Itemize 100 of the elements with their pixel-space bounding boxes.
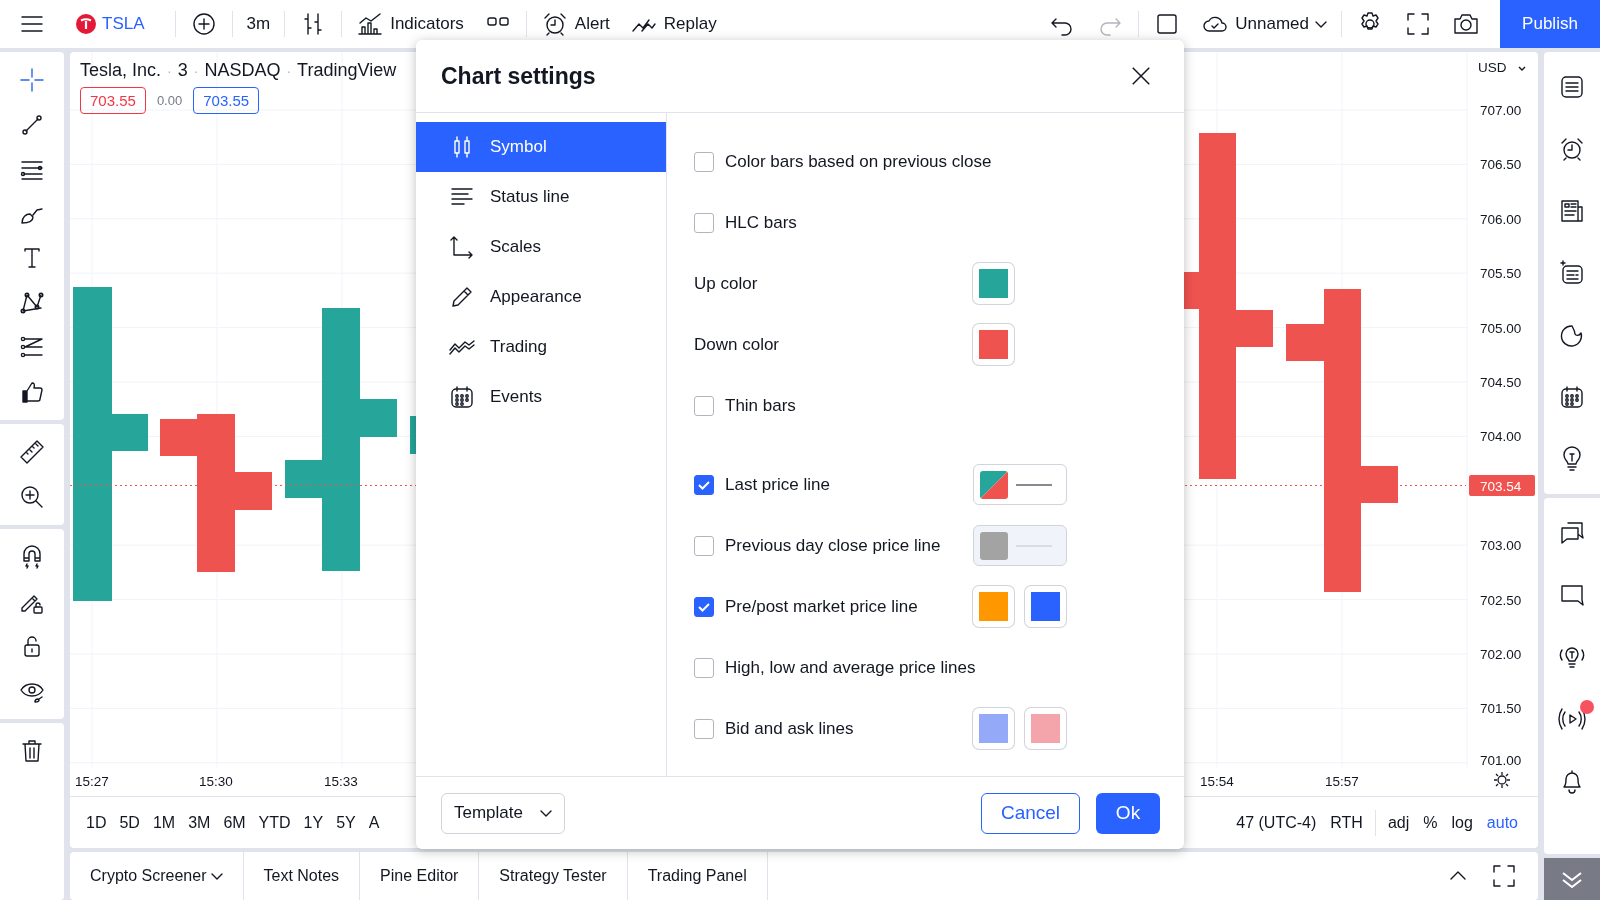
publish-button[interactable]: Publish xyxy=(1500,0,1600,48)
collapse-panel-button[interactable] xyxy=(1544,858,1600,900)
interval-button[interactable]: 3m xyxy=(236,0,281,48)
legend-text: NASDAQ xyxy=(204,60,281,81)
separator-dot: · xyxy=(286,63,292,79)
separator-dot: · xyxy=(193,63,199,79)
legend-text: TradingView xyxy=(297,60,397,81)
ok-button[interactable]: Ok xyxy=(1096,792,1160,834)
price-tick: 706.50 xyxy=(1480,157,1522,173)
settings-tab[interactable]: Status line xyxy=(416,172,666,222)
option-label: Last price line xyxy=(725,474,830,495)
timeframe-button[interactable]: YTD xyxy=(252,809,297,836)
timezone-label[interactable]: 47 (UTC-4) xyxy=(1230,809,1323,836)
option-label: Thin bars xyxy=(725,395,796,416)
scale-option[interactable]: log xyxy=(1445,809,1479,836)
close-icon[interactable] xyxy=(1130,65,1152,87)
settings-tab[interactable]: Appearance xyxy=(416,272,666,322)
panel-tab[interactable]: Text Notes xyxy=(243,852,361,900)
indicators-button[interactable]: Indicators xyxy=(346,0,474,48)
chevron-down-icon[interactable] xyxy=(1518,66,1526,71)
price-value: 0.00 xyxy=(155,92,184,109)
symbol-button[interactable]: TSLA xyxy=(64,0,171,48)
checkbox[interactable] xyxy=(694,212,714,233)
split-color-icon xyxy=(980,470,1008,499)
line-style-button[interactable] xyxy=(973,464,1067,505)
checkbox[interactable] xyxy=(694,596,714,617)
alert-button[interactable]: Alert xyxy=(530,0,620,48)
option-label: Pre/post market price line xyxy=(725,596,918,617)
axes-icon xyxy=(448,233,476,261)
calendar-icon[interactable] xyxy=(1558,383,1586,411)
price-tick: 704.50 xyxy=(1480,375,1522,390)
list-sparkle-icon[interactable] xyxy=(1558,259,1586,287)
price-tick: 705.50 xyxy=(1480,266,1522,282)
panel-tab[interactable]: Crypto Screener xyxy=(70,852,244,900)
price-tick: 702.00 xyxy=(1480,647,1522,662)
price-tick: 707.00 xyxy=(1480,103,1522,118)
symbol-logo-icon xyxy=(76,14,96,34)
timeframe-button[interactable]: 1Y xyxy=(297,809,330,836)
timeframe-button[interactable]: 3M xyxy=(182,809,217,836)
checkbox[interactable] xyxy=(694,657,714,678)
timeframe-button[interactable]: 6M xyxy=(217,809,252,836)
panel-tab[interactable]: Strategy Tester xyxy=(479,852,628,900)
color-swatch[interactable] xyxy=(973,324,1014,365)
currency-label[interactable]: USD xyxy=(1478,60,1507,75)
price-value: 703.55 xyxy=(80,87,146,114)
color-swatch[interactable] xyxy=(973,586,1014,627)
scale-option[interactable]: auto xyxy=(1480,809,1524,836)
session-label[interactable]: RTH xyxy=(1324,809,1369,836)
price-tick: 703.00 xyxy=(1480,538,1522,554)
color-swatch[interactable] xyxy=(1025,586,1066,627)
option-label: HLC bars xyxy=(725,212,797,233)
price-tick: 702.50 xyxy=(1480,592,1522,608)
chevron-down-icon xyxy=(540,809,552,817)
chevron-down-icon xyxy=(210,872,223,880)
settings-tab[interactable]: Scales xyxy=(416,222,666,272)
fullscreen-icon[interactable] xyxy=(1404,10,1432,38)
settings-tab[interactable]: Symbol xyxy=(416,122,666,172)
panel-tab[interactable]: Pine Editor xyxy=(360,852,480,900)
option-label: Color bars based on previous close xyxy=(725,151,992,172)
indicators-icon xyxy=(356,10,385,38)
template-dropdown[interactable]: Template xyxy=(441,792,565,834)
price-tick: 701.00 xyxy=(1480,753,1522,768)
color-swatch[interactable] xyxy=(973,708,1014,749)
price-value: 703.55 xyxy=(193,87,260,114)
fullscreen-icon[interactable] xyxy=(1490,862,1518,890)
settings-icon[interactable] xyxy=(1493,771,1511,789)
checkbox[interactable] xyxy=(694,395,714,416)
time-tick: 15:30 xyxy=(199,774,233,789)
option-label: High, low and average price lines xyxy=(725,657,976,678)
timeframe-button[interactable]: 5D xyxy=(113,809,146,836)
newspaper-icon[interactable] xyxy=(1558,197,1586,225)
list-icon[interactable] xyxy=(1558,73,1586,101)
legend-text: 3 xyxy=(177,60,188,81)
price-tick: 706.00 xyxy=(1480,211,1522,227)
color-swatch[interactable] xyxy=(973,263,1014,304)
price-tick: 701.50 xyxy=(1480,701,1522,717)
replay-button[interactable]: Replay xyxy=(619,0,727,48)
crosshair-icon[interactable] xyxy=(18,66,46,95)
checkbox[interactable] xyxy=(694,474,714,495)
settings-tab[interactable]: Events xyxy=(416,372,666,422)
time-tick: 15:27 xyxy=(75,774,109,789)
layout-name-button[interactable]: Unnamed xyxy=(1191,0,1337,48)
scale-option[interactable]: % xyxy=(1417,809,1444,836)
color-swatch[interactable] xyxy=(1025,708,1066,749)
timeframe-button[interactable]: 1D xyxy=(80,809,113,836)
panel-tab[interactable]: Trading Panel xyxy=(627,852,768,900)
line-style-icon xyxy=(1016,482,1052,487)
settings-tab[interactable]: Trading xyxy=(416,322,666,372)
legend-text: Tesla, Inc. xyxy=(80,60,162,81)
dialog-title: Chart settings xyxy=(441,62,596,90)
checkbox[interactable] xyxy=(694,151,714,172)
timeframe-button[interactable]: 1M xyxy=(146,809,182,836)
scale-option[interactable]: adj xyxy=(1381,809,1416,836)
checkbox[interactable] xyxy=(694,718,714,739)
cancel-button[interactable]: Cancel xyxy=(981,792,1080,834)
price-tick: 704.00 xyxy=(1480,429,1522,445)
timeframe-button[interactable]: 5Y xyxy=(330,809,362,836)
checkbox[interactable] xyxy=(694,535,714,556)
timeframe-button[interactable]: A xyxy=(362,809,386,836)
calendar-icon xyxy=(448,383,476,411)
